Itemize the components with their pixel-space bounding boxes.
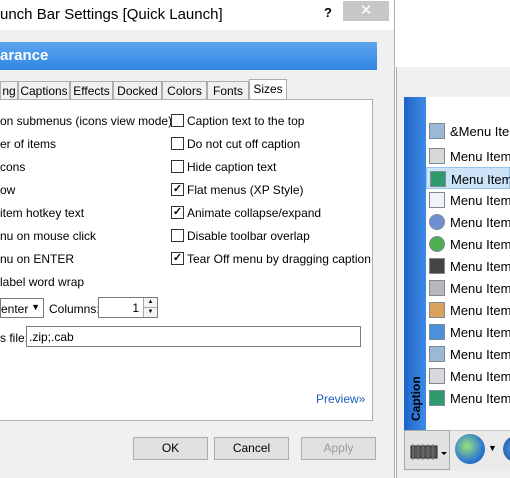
tab-captions[interactable]: Captions — [18, 81, 70, 99]
extensions-value: .zip;.cab — [29, 330, 74, 344]
checkbox-tear-off[interactable]: ✓ — [171, 252, 184, 265]
monitor-icon — [430, 171, 446, 187]
tab-colors[interactable]: Colors — [162, 81, 207, 99]
tab-sizes[interactable]: Sizes — [249, 79, 287, 100]
columns-label: Columns: — [49, 302, 100, 316]
checkbox-tear-off-label: Tear Off menu by dragging caption — [187, 252, 371, 266]
camera-icon — [429, 280, 445, 296]
checkbox-caption-top[interactable] — [171, 114, 184, 127]
app-icon — [429, 346, 445, 362]
checkbox-hide-caption-label: Hide caption text — [187, 160, 277, 174]
checkbox-disable-overlap-label: Disable toolbar overlap — [187, 229, 310, 243]
cancel-button[interactable]: Cancel — [214, 437, 289, 460]
option-submenu-icons[interactable]: on submenus (icons view mode) — [0, 114, 172, 128]
checkbox-flat-menus[interactable]: ✓ — [171, 183, 184, 196]
preview-link[interactable]: Preview» — [316, 392, 365, 406]
printer-icon — [429, 368, 445, 384]
alignment-value: enter — [1, 302, 29, 316]
checkbox-disable-overlap[interactable] — [171, 229, 184, 242]
option-hotkey-text[interactable]: item hotkey text — [0, 206, 84, 220]
menu-item[interactable]: Menu Item — [426, 255, 510, 277]
checkbox-animate-label: Animate collapse/expand — [187, 206, 322, 220]
window-title: unch Bar Settings [Quick Launch] — [0, 6, 223, 23]
menu-item[interactable]: Menu Item — [426, 321, 510, 343]
option-number-of-items[interactable]: er of items — [0, 137, 56, 151]
checkbox-flat-menus-label: Flat menus (XP Style) — [187, 183, 304, 197]
checkbox-caption-top-label: Caption text to the top — [187, 114, 305, 128]
extensions-label: s file: — [0, 331, 29, 345]
monitor-icon — [429, 390, 445, 406]
checkbox-hide-caption[interactable] — [171, 160, 184, 173]
option-shadow[interactable]: ow — [0, 183, 15, 197]
tab-fonts[interactable]: Fonts — [207, 81, 249, 99]
extensions-input[interactable]: .zip;.cab — [26, 326, 361, 347]
checklist-icon — [429, 192, 445, 208]
option-menu-enter[interactable]: nu on ENTER — [0, 252, 74, 266]
menu-item[interactable]: Menu Item — [426, 299, 510, 321]
gauge-icon — [429, 214, 445, 230]
option-menu-mouse-click[interactable]: nu on mouse click — [0, 229, 96, 243]
menu-item[interactable]: Menu Item — [426, 387, 510, 409]
menu-item[interactable]: Menu Item — [426, 365, 510, 387]
settings-dialog: unch Bar Settings [Quick Launch] ? ✕ ara… — [0, 0, 395, 478]
menu-item[interactable]: Menu Item — [426, 211, 510, 233]
menu-item[interactable]: Menu Item — [426, 145, 510, 167]
menu-item[interactable]: Menu Item — [426, 233, 510, 255]
menu-item[interactable]: &Menu Iter — [426, 120, 510, 142]
caption-label: Caption — [409, 376, 423, 421]
menu-item-selected[interactable]: Menu Item — [426, 167, 510, 189]
menu-item[interactable]: Menu Item — [426, 343, 510, 365]
checkbox-no-cut-caption[interactable] — [171, 137, 184, 150]
chevron-down-icon: ▼ — [31, 302, 40, 312]
chip-icon[interactable] — [404, 430, 450, 470]
section-header: arance — [0, 42, 377, 70]
spin-up-icon[interactable]: ▲ — [143, 298, 157, 308]
help-button[interactable]: ? — [314, 2, 342, 24]
spin-down-icon[interactable]: ▼ — [143, 308, 157, 317]
speaker-icon — [429, 258, 445, 274]
columns-stepper[interactable]: 1 ▲ ▼ — [98, 297, 158, 318]
ok-button[interactable]: OK — [133, 437, 208, 460]
checkbox-no-cut-caption-label: Do not cut off caption — [187, 137, 301, 151]
checkbox-animate[interactable]: ✓ — [171, 206, 184, 219]
menu-item[interactable]: Menu Item — [426, 189, 510, 211]
tab-general[interactable]: ng — [0, 81, 18, 99]
window-icon — [429, 324, 445, 340]
title-bar: unch Bar Settings [Quick Launch] ? ✕ — [0, 0, 394, 30]
chevron-down-icon[interactable]: ▼ — [488, 443, 497, 453]
option-label-word-wrap[interactable]: label word wrap — [0, 275, 84, 289]
option-icons[interactable]: cons — [0, 160, 25, 174]
menu-item[interactable]: Menu Item — [426, 277, 510, 299]
tab-effects[interactable]: Effects — [70, 81, 113, 99]
users-icon — [429, 302, 445, 318]
app-icon — [429, 123, 445, 139]
printer-icon — [429, 148, 445, 164]
network-globe-icon — [429, 236, 445, 252]
section-title: arance — [0, 47, 49, 64]
close-button[interactable]: ✕ — [343, 1, 389, 21]
tab-docked[interactable]: Docked — [113, 81, 162, 99]
apply-button[interactable]: Apply — [301, 437, 376, 460]
globe-icon[interactable] — [455, 434, 485, 464]
alignment-combo[interactable]: enter ▼ — [0, 298, 44, 318]
columns-value: 1 — [132, 301, 139, 315]
